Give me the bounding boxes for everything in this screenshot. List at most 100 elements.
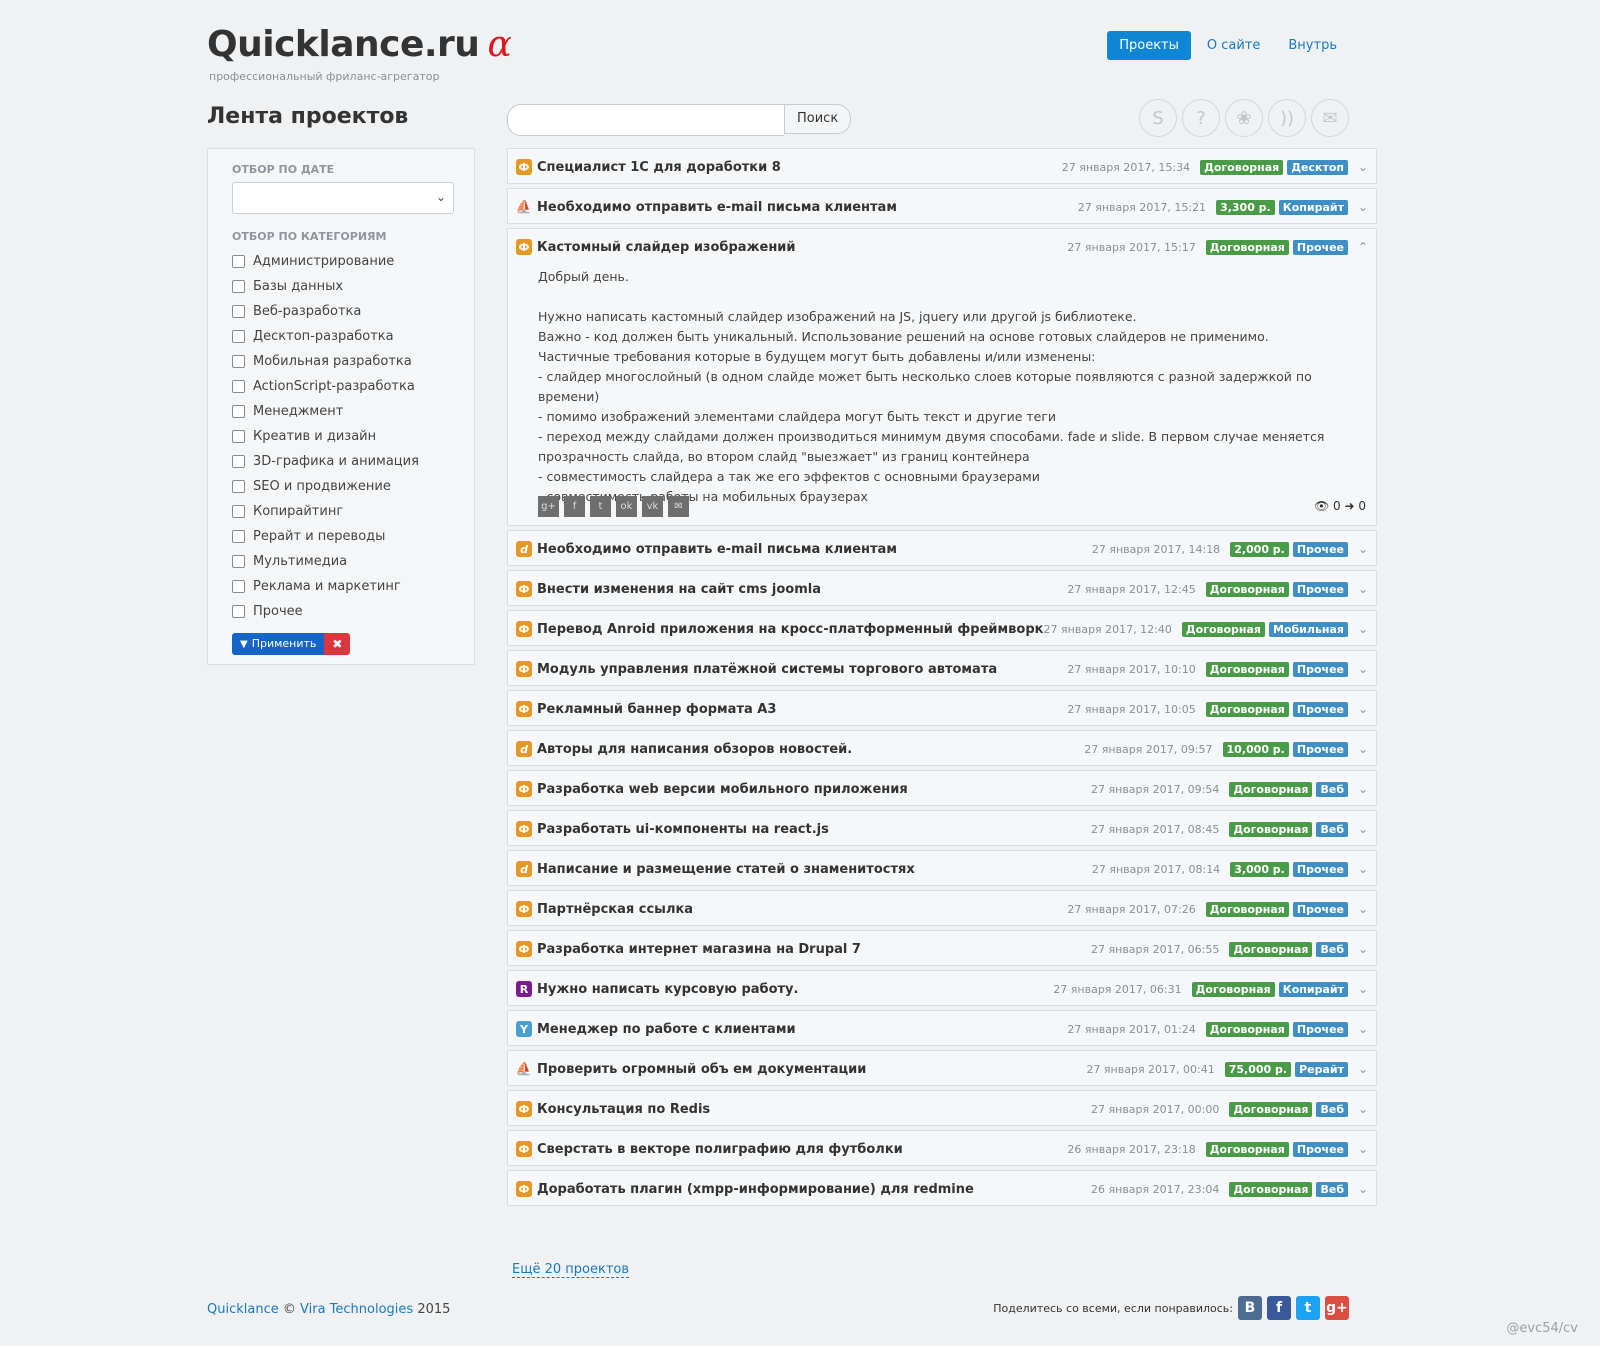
project-row-header[interactable]: Ф Консультация по Redis 27 января 2017, 00… bbox=[508, 1091, 1376, 1127]
chevron-down-icon[interactable]: ⌄ bbox=[1348, 200, 1368, 214]
vk-share-icon[interactable]: B bbox=[1238, 1296, 1262, 1320]
category-checkbox[interactable] bbox=[232, 430, 245, 443]
chevron-down-icon[interactable]: ⌄ bbox=[1348, 822, 1368, 836]
skype-icon[interactable]: S bbox=[1139, 99, 1177, 137]
category-checkbox[interactable] bbox=[232, 405, 245, 418]
nav-projects[interactable]: Проекты bbox=[1107, 31, 1191, 60]
category-option[interactable]: Реклама и маркетинг bbox=[232, 574, 450, 599]
question-icon[interactable]: ? bbox=[1182, 99, 1220, 137]
project-title[interactable]: Нужно написать курсовую работу. bbox=[537, 982, 1053, 997]
category-checkbox[interactable] bbox=[232, 305, 245, 318]
chevron-down-icon[interactable]: ⌄ bbox=[1348, 582, 1368, 596]
chevron-down-icon[interactable]: ⌄ bbox=[1348, 742, 1368, 756]
chevron-down-icon[interactable]: ⌄ bbox=[1348, 982, 1368, 996]
project-row[interactable]: d Написание и размещение статей о знамени… bbox=[507, 850, 1377, 886]
search-button[interactable]: Поиск bbox=[784, 104, 852, 134]
project-title[interactable]: Партнёрская ссылка bbox=[537, 902, 1067, 917]
category-option[interactable]: ActionScript-разработка bbox=[232, 374, 450, 399]
project-row-header[interactable]: d Авторы для написания обзоров новостей. 2… bbox=[508, 731, 1376, 767]
project-row[interactable]: Ф Перевод Anroid приложения на кросс-плат… bbox=[507, 610, 1377, 646]
project-title[interactable]: Перевод Anroid приложения на кросс-платф… bbox=[537, 622, 1044, 637]
odnoklassniki-icon[interactable]: ok bbox=[616, 496, 637, 517]
category-checkbox[interactable] bbox=[232, 480, 245, 493]
category-option[interactable]: Рерайт и переводы bbox=[232, 524, 450, 549]
project-row[interactable]: Ф Рекламный баннер формата А3 27 января 20… bbox=[507, 690, 1377, 726]
project-row-header[interactable]: Ф Внести изменения на сайт cms joomla 27 я… bbox=[508, 571, 1376, 607]
project-row[interactable]: Ф Разработка web версии мобильного прилож… bbox=[507, 770, 1377, 806]
project-title[interactable]: Внести изменения на сайт cms joomla bbox=[537, 582, 1067, 597]
mail-icon[interactable]: ✉ bbox=[668, 496, 689, 517]
project-row[interactable]: ⛵ Необходимо отправить e-mail письма клие… bbox=[507, 188, 1377, 224]
project-row[interactable]: Ф Разработать ui-компоненты на react.js 27… bbox=[507, 810, 1377, 846]
date-select[interactable]: ⌄ bbox=[232, 182, 454, 214]
project-row[interactable]: Ф Специалист 1С для доработки 8 27 января … bbox=[507, 148, 1377, 184]
category-checkbox[interactable] bbox=[232, 505, 245, 518]
project-row-header[interactable]: Ф Перевод Anroid приложения на кросс-плат… bbox=[508, 611, 1376, 647]
project-row[interactable]: Ф Разработка интернет магазина на Drupal … bbox=[507, 930, 1377, 966]
category-checkbox[interactable] bbox=[232, 555, 245, 568]
mail-icon[interactable]: ✉ bbox=[1311, 99, 1349, 137]
category-option[interactable]: Веб-разработка bbox=[232, 299, 450, 324]
category-checkbox[interactable] bbox=[232, 255, 245, 268]
project-row[interactable]: Ф Доработать плагин (xmpp-информирование)… bbox=[507, 1170, 1377, 1206]
project-row-header[interactable]: Ф Кастомный слайдер изображений 27 января … bbox=[508, 229, 1376, 265]
category-checkbox[interactable] bbox=[232, 580, 245, 593]
project-row[interactable]: Ф Модуль управления платёжной системы тор… bbox=[507, 650, 1377, 686]
category-checkbox[interactable] bbox=[232, 605, 245, 618]
category-option[interactable]: 3D-графика и анимация bbox=[232, 449, 450, 474]
clear-filter-button[interactable]: ✖ bbox=[324, 633, 351, 655]
twitter-share-icon[interactable]: t bbox=[1296, 1296, 1320, 1320]
category-option[interactable]: Прочее bbox=[232, 599, 450, 624]
chevron-down-icon[interactable]: ⌄ bbox=[1348, 1142, 1368, 1156]
project-row[interactable]: Ф Кастомный слайдер изображений 27 января … bbox=[507, 228, 1377, 526]
chevron-down-icon[interactable]: ⌄ bbox=[1348, 862, 1368, 876]
chevron-down-icon[interactable]: ⌄ bbox=[1348, 1022, 1368, 1036]
rss-icon[interactable]: )) bbox=[1268, 99, 1306, 137]
facebook-share-icon[interactable]: f bbox=[1267, 1296, 1291, 1320]
category-option[interactable]: Десктоп-разработка bbox=[232, 324, 450, 349]
project-row-header[interactable]: Ф Сверстать в векторе полиграфию для футб… bbox=[508, 1131, 1376, 1167]
project-title[interactable]: Разработка web версии мобильного приложе… bbox=[537, 782, 1091, 797]
category-checkbox[interactable] bbox=[232, 530, 245, 543]
project-row-header[interactable]: Ф Рекламный баннер формата А3 27 января 20… bbox=[508, 691, 1376, 727]
more-projects-link[interactable]: Ещё 20 проектов bbox=[512, 1262, 630, 1278]
project-row-header[interactable]: d Необходимо отправить e-mail письма клие… bbox=[508, 531, 1376, 567]
project-title[interactable]: Разработать ui-компоненты на react.js bbox=[537, 822, 1091, 837]
facebook-icon[interactable]: f bbox=[564, 496, 585, 517]
project-row-header[interactable]: Ф Специалист 1С для доработки 8 27 января … bbox=[508, 149, 1376, 185]
footer-company-link[interactable]: Vira Technologies bbox=[300, 1302, 413, 1317]
project-title[interactable]: Сверстать в векторе полиграфию для футбо… bbox=[537, 1142, 1067, 1157]
chevron-down-icon[interactable]: ⌄ bbox=[1348, 1182, 1368, 1196]
project-row-header[interactable]: ⛵ Необходимо отправить e-mail письма клие… bbox=[508, 189, 1376, 225]
category-option[interactable]: Базы данных bbox=[232, 274, 450, 299]
nav-about[interactable]: О сайте bbox=[1195, 31, 1273, 60]
google-plus-icon[interactable]: g+ bbox=[538, 496, 559, 517]
project-row[interactable]: Ф Консультация по Redis 27 января 2017, 00… bbox=[507, 1090, 1377, 1126]
project-row-header[interactable]: d Написание и размещение статей о знамени… bbox=[508, 851, 1376, 887]
project-title[interactable]: Разработка интернет магазина на Drupal 7 bbox=[537, 942, 1091, 957]
project-row-header[interactable]: Ф Партнёрская ссылка 27 января 2017, 07:26… bbox=[508, 891, 1376, 927]
flower-icon[interactable]: ❀ bbox=[1225, 99, 1263, 137]
chevron-down-icon[interactable]: ⌄ bbox=[1348, 1102, 1368, 1116]
project-title[interactable]: Кастомный слайдер изображений bbox=[537, 240, 1067, 255]
project-row-header[interactable]: ⛵ Проверить огромный объ ем документации 2… bbox=[508, 1051, 1376, 1087]
project-title[interactable]: Модуль управления платёжной системы торг… bbox=[537, 662, 1067, 677]
category-option[interactable]: SEO и продвижение bbox=[232, 474, 450, 499]
project-row-header[interactable]: Ф Разработка интернет магазина на Drupal … bbox=[508, 931, 1376, 967]
chevron-down-icon[interactable]: ⌄ bbox=[1348, 542, 1368, 556]
project-title[interactable]: Менеджер по работе с клиентами bbox=[537, 1022, 1067, 1037]
category-option[interactable]: Копирайтинг bbox=[232, 499, 450, 524]
chevron-down-icon[interactable]: ⌄ bbox=[1348, 902, 1368, 916]
category-checkbox[interactable] bbox=[232, 330, 245, 343]
project-row[interactable]: Ф Партнёрская ссылка 27 января 2017, 07:26… bbox=[507, 890, 1377, 926]
project-title[interactable]: Консультация по Redis bbox=[537, 1102, 1091, 1117]
project-title[interactable]: Необходимо отправить e-mail письма клиен… bbox=[537, 542, 1092, 557]
project-title[interactable]: Рекламный баннер формата А3 bbox=[537, 702, 1067, 717]
chevron-down-icon[interactable]: ⌄ bbox=[1348, 942, 1368, 956]
site-logo[interactable]: Quicklance.ru α bbox=[207, 24, 512, 65]
category-checkbox[interactable] bbox=[232, 380, 245, 393]
category-option[interactable]: Мобильная разработка bbox=[232, 349, 450, 374]
twitter-icon[interactable]: t bbox=[590, 496, 611, 517]
project-title[interactable]: Доработать плагин (xmpp-информирование) … bbox=[537, 1182, 1091, 1197]
chevron-down-icon[interactable]: ⌄ bbox=[1348, 1062, 1368, 1076]
